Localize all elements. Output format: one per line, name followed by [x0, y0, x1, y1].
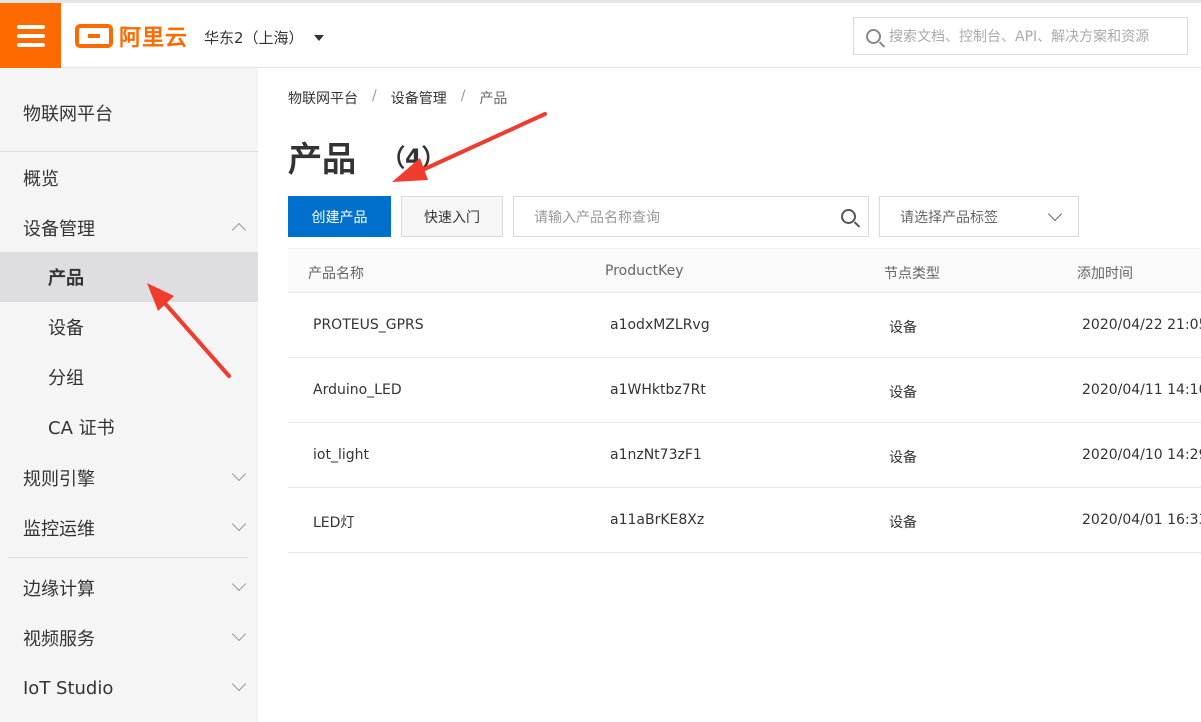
added-time: 2020/04/01 16:33:	[1082, 512, 1201, 528]
product-key: a1nzNt73zF1	[610, 447, 702, 463]
added-time: 2020/04/11 14:10:	[1082, 382, 1201, 398]
sidebar-item-label: 设备	[48, 318, 84, 339]
product-tag-select[interactable]: 请选择产品标签	[879, 196, 1079, 237]
search-icon[interactable]	[841, 209, 856, 224]
chevron-down-icon	[231, 466, 247, 482]
sidebar-item-video-service[interactable]: 视频服务	[0, 613, 258, 663]
breadcrumb-item[interactable]: 设备管理	[391, 88, 447, 108]
search-icon	[866, 28, 881, 44]
sidebar-item-device-management[interactable]: 设备管理	[0, 203, 258, 253]
column-header-productkey: ProductKey	[605, 263, 684, 279]
product-key: a1odxMZLRvg	[610, 317, 710, 333]
breadcrumb-item[interactable]: 物联网平台	[288, 88, 358, 108]
page-title: 产品	[288, 140, 356, 180]
chevron-down-icon	[231, 516, 247, 532]
added-time: 2020/04/10 14:29:	[1082, 447, 1201, 463]
product-name: LED灯	[313, 515, 355, 531]
sidebar-item-rule-engine[interactable]: 规则引擎	[0, 453, 258, 503]
chevron-up-icon	[231, 222, 247, 238]
sidebar-item-label: 视频服务	[23, 629, 95, 650]
chevron-down-icon	[1047, 206, 1063, 222]
sidebar-item-iot-studio[interactable]: IoT Studio	[0, 663, 258, 713]
breadcrumb: 物联网平台 / 设备管理 / 产品	[288, 88, 507, 108]
node-type: 设备	[889, 385, 917, 401]
column-header-added-time: 添加时间	[1077, 266, 1133, 282]
chevron-down-icon	[231, 676, 247, 692]
added-time: 2020/04/22 21:05:	[1082, 317, 1201, 333]
product-count: （4）	[381, 144, 446, 172]
sidebar-item-devices[interactable]: 设备	[0, 302, 258, 352]
region-label: 华东2（上海）	[204, 29, 304, 47]
sidebar-item-label: 边缘计算	[23, 579, 95, 600]
global-search-placeholder: 搜索文档、控制台、API、解决方案和资源	[889, 29, 1150, 45]
sidebar-divider	[0, 151, 258, 152]
quickstart-button[interactable]: 快速入门	[401, 196, 503, 237]
caret-down-icon	[313, 34, 324, 41]
sidebar-item-overview[interactable]: 概览	[0, 153, 258, 203]
product-name: Arduino_LED	[313, 382, 402, 398]
global-search-input[interactable]: 搜索文档、控制台、API、解决方案和资源	[853, 17, 1188, 55]
node-type: 设备	[889, 450, 917, 466]
sidebar-item-monitoring[interactable]: 监控运维	[0, 503, 258, 553]
sidebar-item-label: 分组	[48, 368, 84, 389]
product-name: iot_light	[313, 447, 369, 463]
region-selector[interactable]: 华东2（上海）	[204, 27, 324, 48]
sidebar-title: 物联网平台	[23, 104, 113, 125]
table-row[interactable]: iot_light a1nzNt73zF1 设备 2020/04/10 14:2…	[288, 423, 1201, 488]
chevron-down-icon	[231, 576, 247, 592]
node-type: 设备	[889, 320, 917, 336]
product-key: a11aBrKE8Xz	[610, 512, 705, 528]
chevron-down-icon	[231, 626, 247, 642]
sidebar-item-ca-certificate[interactable]: CA 证书	[0, 402, 258, 452]
sidebar-item-groups[interactable]: 分组	[0, 352, 258, 402]
column-header-node-type: 节点类型	[884, 266, 940, 282]
sidebar-item-label: 监控运维	[23, 519, 95, 540]
product-tag-placeholder: 请选择产品标签	[900, 209, 998, 226]
product-key: a1WHktbz7Rt	[610, 382, 706, 398]
breadcrumb-separator: /	[372, 88, 377, 104]
sidebar-item-label: CA 证书	[48, 418, 115, 439]
node-type: 设备	[889, 515, 917, 531]
sidebar-item-label: 概览	[23, 169, 59, 190]
table-row[interactable]: LED灯 a11aBrKE8Xz 设备 2020/04/01 16:33:	[288, 488, 1201, 553]
product-search-placeholder: 请输入产品名称查询	[534, 209, 660, 226]
breadcrumb-separator: /	[460, 88, 466, 104]
sidebar-item-label: IoT Studio	[23, 677, 114, 699]
logo-text: 阿里云	[119, 26, 189, 51]
table-header: 产品名称 ProductKey 节点类型 添加时间	[288, 248, 1201, 293]
table-row[interactable]: PROTEUS_GPRS a1odxMZLRvg 设备 2020/04/22 2…	[288, 293, 1201, 358]
sidebar-item-edge-computing[interactable]: 边缘计算	[0, 563, 258, 613]
sidebar-divider	[8, 557, 248, 558]
breadcrumb-current: 产品	[479, 91, 508, 107]
aliyun-logo-mark-icon	[75, 24, 113, 48]
create-product-button[interactable]: 创建产品	[288, 196, 391, 237]
sidebar-item-label: 设备管理	[23, 219, 95, 240]
hamburger-menu-icon[interactable]	[0, 3, 61, 68]
sidebar-item-products[interactable]: 产品	[0, 252, 258, 302]
product-name: PROTEUS_GPRS	[313, 317, 424, 333]
sidebar: 物联网平台 概览 设备管理 产品 设备 分组 CA 证书 规则引擎 监控运维 边…	[0, 68, 258, 722]
aliyun-logo[interactable]: 阿里云	[75, 19, 188, 53]
column-header-name: 产品名称	[308, 266, 364, 282]
sidebar-item-label: 规则引擎	[23, 469, 95, 490]
table-row[interactable]: Arduino_LED a1WHktbz7Rt 设备 2020/04/11 14…	[288, 358, 1201, 423]
product-search-input[interactable]: 请输入产品名称查询	[513, 196, 869, 237]
top-bar: 阿里云 华东2（上海） 搜索文档、控制台、API、解决方案和资源	[0, 0, 1201, 68]
sidebar-item-label: 产品	[48, 268, 84, 289]
